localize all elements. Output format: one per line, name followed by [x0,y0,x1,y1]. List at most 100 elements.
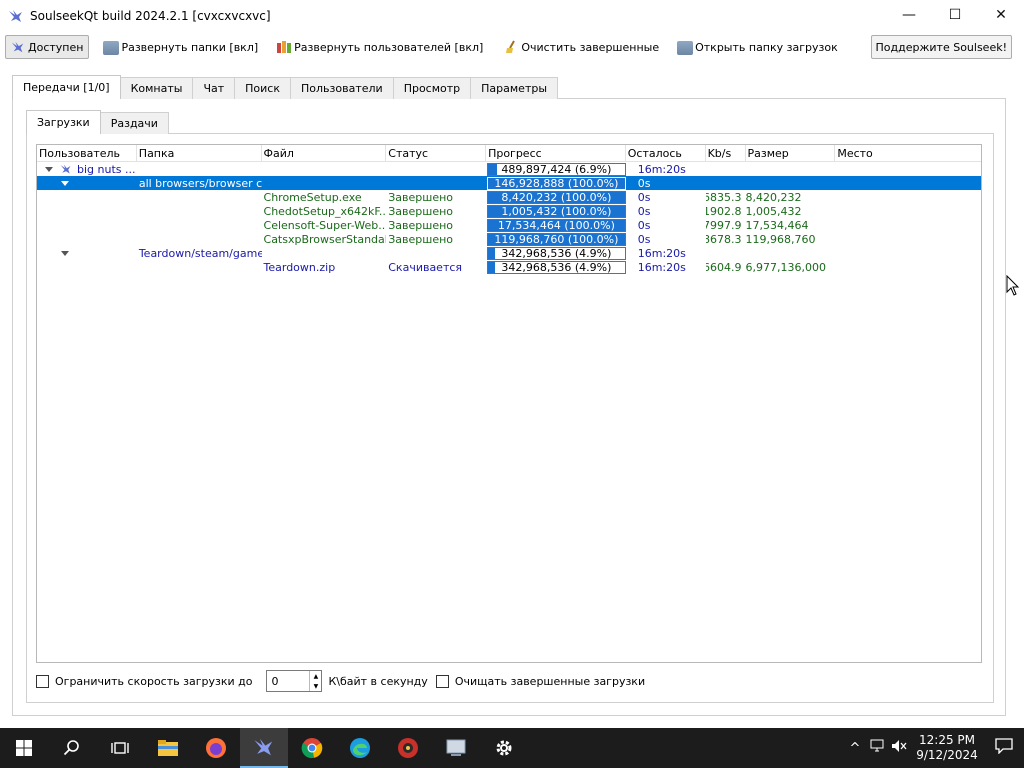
settings-button[interactable] [480,728,528,768]
cell-kbs: 6835.3 [705,190,742,204]
cell-remaining: 0s [637,190,651,204]
cell-size: 119,968,760 [745,232,816,246]
cell-remaining: 0s [637,218,651,232]
cell-size [746,162,836,176]
clock[interactable]: 12:25 PM 9/12/2024 [910,733,984,763]
file-explorer-button[interactable] [144,728,192,768]
col-header-folder[interactable]: Папка [137,145,262,162]
col-header-remaining[interactable]: Осталось [626,145,706,162]
tab-users[interactable]: Пользователи [290,77,394,99]
network-app-button[interactable] [432,728,480,768]
cell-kbs: 1902.8 [705,204,742,218]
chevron-up-icon[interactable]: ▲ [314,673,319,680]
firefox-button[interactable] [192,728,240,768]
expand-arrow-icon[interactable] [45,166,53,172]
tab-uploads[interactable]: Раздачи [99,112,169,134]
col-header-kbs[interactable]: Kb/s [706,145,746,162]
expand-arrow-icon[interactable] [61,250,69,256]
speed-limit-stepper[interactable]: 0 ▲ ▼ [266,670,323,692]
table-row[interactable]: Celensoft-Super-Web... Завершено 17,534,46… [37,218,981,232]
mouse-cursor-icon [1006,275,1020,296]
minimize-button[interactable]: — [886,0,932,30]
chevron-down-icon[interactable]: ▼ [314,683,319,690]
table-row[interactable]: Teardown.zip Скачивается 342,968,536 (4.9%… [37,260,981,274]
cell-user [37,260,137,274]
gear-icon [496,740,512,756]
cell-folder: all browsers/browser c... [138,176,262,190]
soulseek-bird-icon [11,41,24,53]
status-button[interactable]: Доступен [5,35,90,59]
search-button[interactable] [48,728,96,768]
col-header-place[interactable]: Место [835,145,981,162]
close-button[interactable]: ✕ [978,0,1024,30]
stepper-arrows[interactable]: ▲ ▼ [309,671,321,691]
cell-size [746,176,836,190]
col-header-progress[interactable]: Прогресс [486,145,626,162]
tab-chat[interactable]: Чат [192,77,236,99]
network-icon[interactable] [866,739,888,757]
cell-file: Teardown.zip [263,260,336,274]
table-row[interactable]: big nuts ... 489,897,424 (6.9%) 16m:20s [37,162,981,176]
cell-kbs: 7997.9 [705,218,742,232]
status-button-label: Доступен [28,40,84,54]
progress-bar: 8,420,232 (100.0%) [487,190,626,204]
cell-status: Завершено [388,190,454,204]
expand-folders-label: Развернуть папки [вкл] [121,40,259,54]
task-view-button[interactable] [96,728,144,768]
users-icon [277,41,292,53]
progress-text: 146,928,888 (100.0%) [494,176,619,190]
tab-downloads[interactable]: Загрузки [26,110,101,134]
expand-arrow-icon[interactable] [61,180,69,186]
table-row[interactable]: Teardown/steam/games 342,968,536 (4.9%) 16… [37,246,981,260]
cell-file: ChedotSetup_x642kF... [263,204,387,218]
cell-size: 1,005,432 [745,204,802,218]
progress-text: 17,534,464 (100.0%) [497,218,615,232]
cell-user [37,246,137,260]
taskbar: ^ 12:25 PM 9/12/2024 [0,728,1024,768]
col-header-status[interactable]: Статус [386,145,487,162]
browser-app-button[interactable] [384,728,432,768]
progress-text: 1,005,432 (100.0%) [501,204,612,218]
progress-text: 342,968,536 (4.9%) [501,260,612,274]
soulseek-taskbar-button[interactable] [240,728,288,768]
cell-size [746,246,836,260]
open-downloads-label: Открыть папку загрузок [695,40,838,54]
start-button[interactable] [0,728,48,768]
tab-settings[interactable]: Параметры [470,77,559,99]
support-button[interactable]: Поддержите Soulseek! [870,35,1012,59]
clear-finished-checkbox[interactable] [435,674,449,688]
tab-search[interactable]: Поиск [234,77,291,99]
open-downloads-button[interactable]: Открыть папку загрузок [671,35,844,59]
chrome-button[interactable] [288,728,336,768]
folder-icon [158,740,178,756]
cell-file: CatsxpBrowserStandal... [263,232,387,246]
windows-logo-icon [16,740,32,756]
col-header-file[interactable]: Файл [262,145,387,162]
tab-rooms[interactable]: Комнаты [119,77,194,99]
table-row[interactable]: all browsers/browser c... 146,928,888 (10… [37,176,981,190]
volume-muted-icon[interactable] [888,739,910,757]
maximize-button[interactable]: ☐ [932,0,978,30]
expand-users-label: Развернуть пользователей [вкл] [294,40,484,54]
progress-bar: 342,968,536 (4.9%) [487,246,626,260]
chevron-up-icon[interactable]: ^ [844,741,866,756]
cell-folder [137,162,262,176]
cell-kbs: 8678.3 [705,232,742,246]
cell-progress: 8,420,232 (100.0%) [486,190,626,204]
cell-kbs [706,162,746,176]
tab-transfers[interactable]: Передачи [1/0] [12,75,121,99]
table-row[interactable]: ChedotSetup_x642kF... Завершено 1,005,432 … [37,204,981,218]
notification-icon[interactable] [984,738,1024,758]
cell-file: ChromeSetup.exe [263,190,362,204]
table-row[interactable]: ChromeSetup.exe Завершено 8,420,232 (100.0… [37,190,981,204]
col-header-user[interactable]: Пользователь [37,145,137,162]
expand-users-button[interactable]: Развернуть пользователей [вкл] [270,35,489,59]
edge-button[interactable] [336,728,384,768]
limit-speed-checkbox[interactable] [36,674,49,688]
expand-folders-button[interactable]: Развернуть папки [вкл] [97,35,264,59]
tab-browse[interactable]: Просмотр [392,77,472,99]
progress-text: 119,968,760 (100.0%) [494,232,619,246]
table-row[interactable]: CatsxpBrowserStandal... Завершено 119,968,… [37,232,981,246]
clear-finished-button[interactable]: Очистить завершенные [497,35,665,59]
col-header-size[interactable]: Размер [746,145,836,162]
